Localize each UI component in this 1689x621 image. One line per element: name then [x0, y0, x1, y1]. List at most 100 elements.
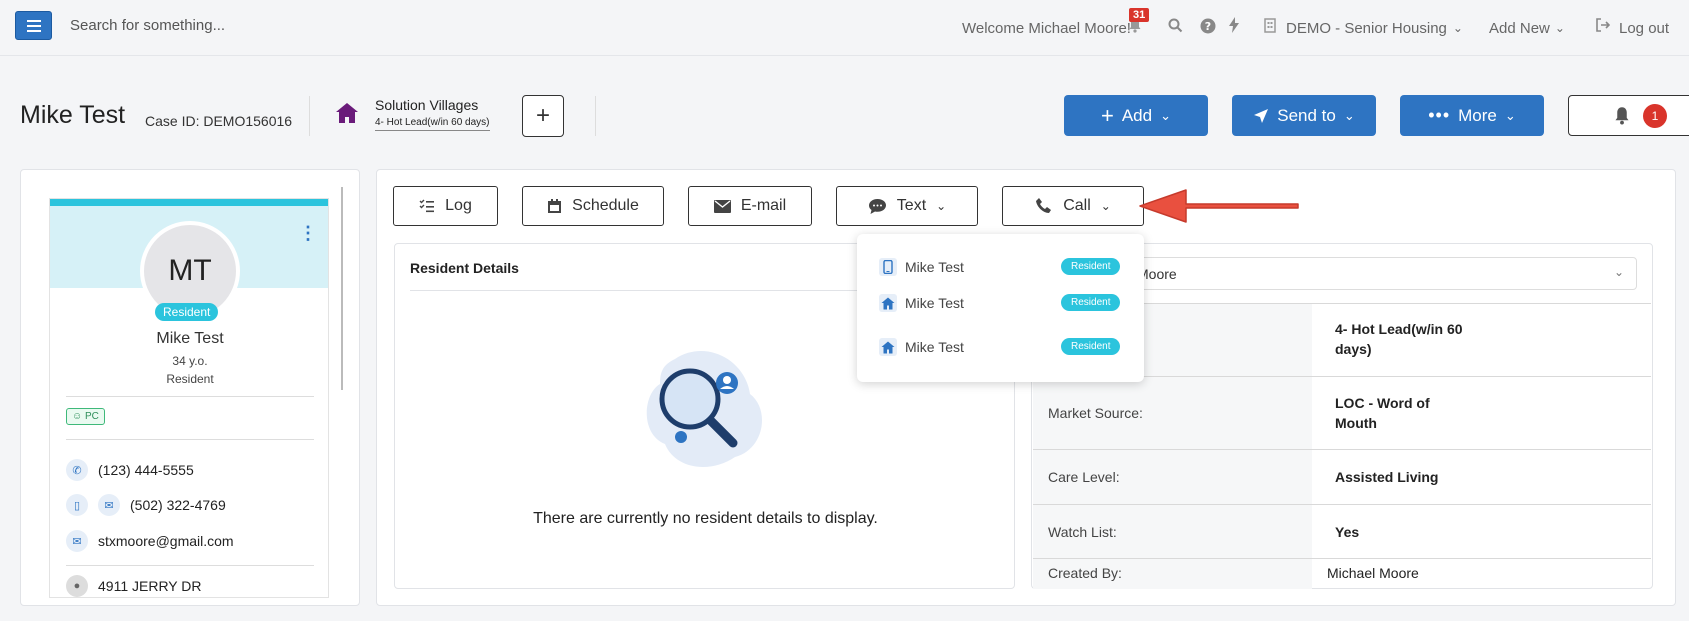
info-row	[1033, 449, 1651, 450]
chevron-down-icon: ⌄	[1160, 107, 1171, 123]
send-to-button[interactable]: Send to ⌄	[1232, 95, 1376, 136]
top-nav: Search for something... Welcome Michael …	[0, 0, 1689, 56]
alerts-button[interactable]: 1	[1568, 95, 1689, 136]
email-label: E-mail	[740, 197, 787, 214]
resident-badge: Resident	[1061, 258, 1121, 275]
call-option[interactable]: Mike Test Resident	[879, 258, 1129, 276]
more-label: More	[1458, 105, 1497, 125]
phone-icon	[1036, 198, 1052, 213]
call-label: Call	[1063, 197, 1091, 214]
info-row	[1033, 504, 1651, 505]
market-source-value: LOC - Word of Mouth	[1335, 395, 1430, 431]
lightning-icon[interactable]	[1229, 17, 1239, 38]
add-button-label: Add	[1121, 105, 1153, 125]
log-button[interactable]: Log	[393, 186, 498, 226]
more-button[interactable]: ••• More ⌄	[1400, 95, 1544, 136]
call-option[interactable]: Mike Test Resident	[879, 294, 1129, 312]
search-input[interactable]: Search for something...	[70, 17, 225, 34]
info-row	[1033, 558, 1651, 559]
checklist-icon	[419, 199, 435, 213]
call-button[interactable]: Call ⌄	[1002, 186, 1144, 226]
chevron-down-icon: ⌄	[1613, 265, 1624, 279]
mobile-number: (502) 322-4769	[130, 497, 226, 513]
watch-list-value: Yes	[1335, 524, 1360, 540]
profile-scrollbar[interactable]	[341, 187, 343, 390]
profile-card: MT ⋮ Resident Mike Test 34 y.o. Resident…	[49, 198, 329, 598]
navigation-arrow-icon	[1254, 108, 1269, 123]
phone-icon: ✆	[66, 459, 88, 481]
location-pin-icon: ●	[66, 575, 88, 597]
empty-state-message: There are currently no resident details …	[533, 510, 878, 527]
home-icon	[879, 294, 897, 312]
profile-name: Mike Test	[156, 330, 224, 347]
plus-icon: +	[535, 102, 550, 129]
created-by-value: Michael Moore	[1327, 565, 1419, 581]
add-new-label: Add New	[1489, 19, 1550, 37]
logout-link[interactable]: Log out	[1619, 0, 1669, 56]
divider	[66, 396, 314, 397]
divider	[595, 96, 596, 136]
call-dropdown-menu: Mike Test Resident Mike Test Resident Mi…	[857, 234, 1144, 382]
welcome-text: Welcome Michael Moore!	[962, 19, 1131, 37]
add-community-button[interactable]: +	[522, 95, 564, 137]
email-button[interactable]: E-mail	[688, 186, 812, 226]
divider	[66, 565, 314, 566]
search-icon[interactable]	[1168, 18, 1183, 38]
pc-tag-label: PC	[85, 411, 99, 422]
kebab-menu-icon[interactable]: ⋮	[299, 223, 317, 244]
envelope-icon: ✉	[66, 530, 88, 552]
alert-count-badge: 1	[1643, 103, 1667, 128]
hamburger-icon	[26, 19, 41, 32]
calendar-icon	[548, 198, 562, 213]
add-button[interactable]: + Add ⌄	[1064, 95, 1208, 136]
chat-icon[interactable]: ✉	[98, 494, 120, 516]
divider	[66, 439, 314, 440]
market-source-label: Market Source:	[1048, 405, 1143, 421]
help-icon[interactable]: ?	[1200, 18, 1216, 39]
chevron-down-icon: ⌄	[1100, 199, 1111, 213]
hamburger-menu-button[interactable]	[15, 11, 52, 40]
person-icon: ☺	[72, 411, 83, 422]
bell-icon	[1615, 107, 1629, 125]
annotation-arrow-icon	[1136, 184, 1302, 233]
logout-icon[interactable]	[1596, 18, 1611, 37]
community-name[interactable]: Solution Villages	[375, 97, 478, 113]
call-option[interactable]: Mike Test Resident	[879, 338, 1129, 356]
notification-count-badge: 31	[1129, 8, 1150, 22]
phone-row[interactable]: ✆ (123) 444-5555	[66, 459, 194, 481]
mobile-phone-icon	[879, 258, 897, 276]
profile-age: 34 y.o.	[172, 354, 208, 368]
workspace-selector[interactable]: DEMO - Senior Housing ⌄	[1286, 0, 1463, 56]
schedule-button[interactable]: Schedule	[522, 186, 664, 226]
dots-icon: •••	[1428, 105, 1451, 125]
text-label: Text	[896, 197, 927, 214]
lead-status-select[interactable]: 4- Hot Lead(w/in 60 days)	[375, 117, 490, 131]
add-new-menu[interactable]: Add New ⌄	[1489, 0, 1565, 56]
log-label: Log	[445, 197, 472, 214]
mobile-phone-icon: ▯	[66, 494, 88, 516]
call-option-name: Mike Test	[905, 259, 964, 275]
building-icon	[1264, 18, 1276, 38]
page-title: Mike Test	[20, 101, 126, 129]
home-icon	[879, 338, 897, 356]
plus-icon: +	[1100, 102, 1114, 128]
address-row[interactable]: ● 4911 JERRY DR	[66, 575, 202, 597]
created-by-label: Created By:	[1048, 565, 1122, 581]
svg-text:?: ?	[1205, 20, 1211, 33]
resident-badge: Resident	[155, 303, 219, 321]
divider	[309, 96, 310, 136]
care-level-value: Assisted Living	[1335, 469, 1439, 485]
resident-badge: Resident	[1061, 294, 1121, 311]
empty-search-illustration-icon	[635, 339, 775, 484]
text-button[interactable]: Text ⌄	[836, 186, 978, 226]
mobile-row[interactable]: ▯ ✉ (502) 322-4769	[66, 494, 226, 516]
pc-tag: ☺ PC	[66, 408, 105, 425]
watch-list-label: Watch List:	[1048, 524, 1117, 540]
resident-badge: Resident	[1061, 338, 1121, 355]
chevron-down-icon: ⌄	[1343, 107, 1355, 123]
profile-type: Resident	[166, 372, 214, 386]
envelope-icon	[713, 199, 731, 213]
schedule-label: Schedule	[572, 197, 639, 214]
email-row[interactable]: ✉ stxmoore@gmail.com	[66, 530, 234, 552]
resident-details-title: Resident Details	[410, 260, 519, 276]
